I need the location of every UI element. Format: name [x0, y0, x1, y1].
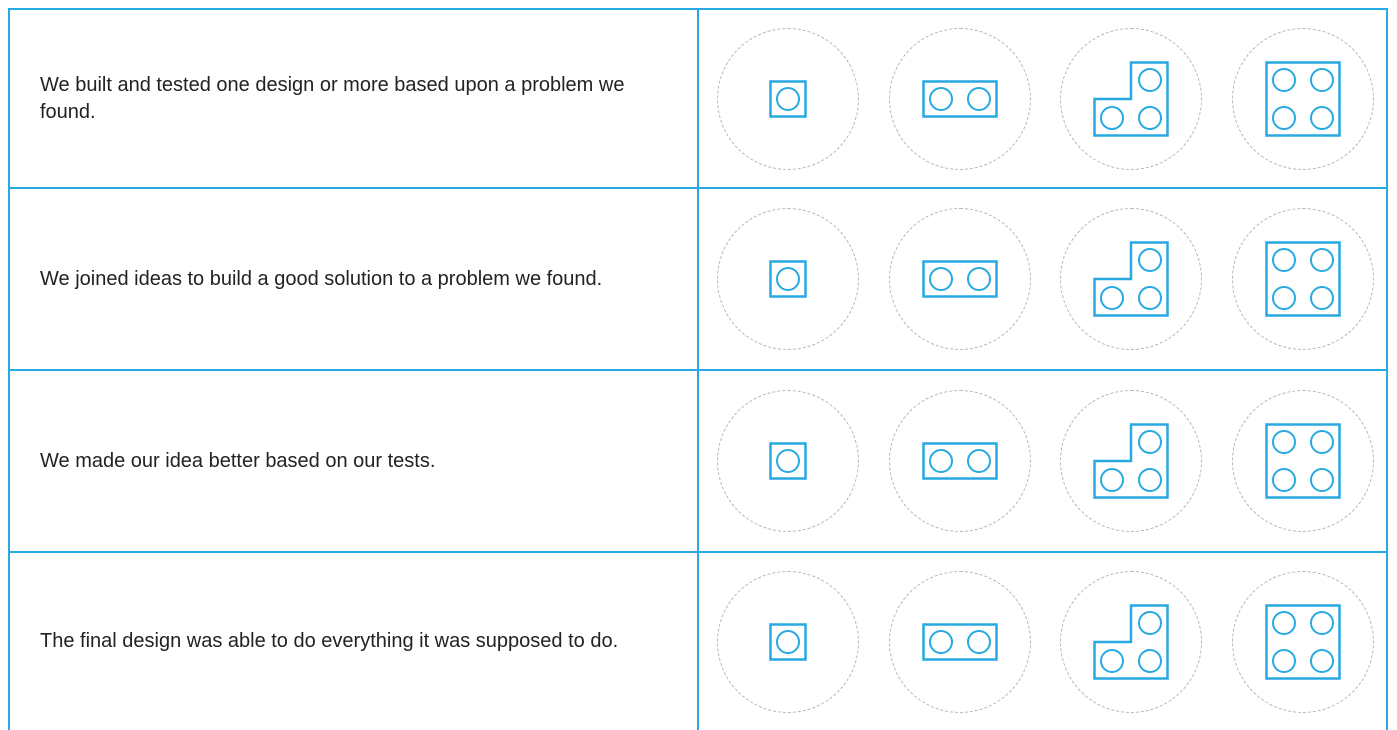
level-options — [699, 10, 1386, 187]
brick-2x2-icon — [1265, 241, 1341, 317]
statement-cell: The final design was able to do everythi… — [10, 553, 699, 730]
level-option-2[interactable] — [889, 570, 1031, 713]
brick-2x2-icon — [1265, 423, 1341, 499]
statement-text: We built and tested one design or more b… — [40, 73, 625, 123]
level-option-1[interactable] — [717, 27, 859, 170]
brick-2x2-icon — [1265, 60, 1341, 137]
rubric-row: The final design was able to do everythi… — [10, 553, 1386, 730]
brick-l-shape-icon — [1093, 423, 1169, 499]
statement-text: We joined ideas to build a good solution… — [40, 267, 603, 290]
brick-1x2-icon — [922, 442, 998, 480]
level-option-3[interactable] — [1060, 390, 1202, 532]
level-option-2[interactable] — [889, 208, 1031, 350]
statement-cell: We built and tested one design or more b… — [10, 10, 699, 187]
level-option-4[interactable] — [1232, 390, 1374, 532]
brick-l-shape-icon — [1093, 60, 1169, 137]
brick-2x2-icon — [1265, 603, 1341, 680]
brick-1x2-icon — [922, 79, 998, 118]
rubric-row: We made our idea better based on our tes… — [10, 371, 1386, 553]
statement-text: We made our idea better based on our tes… — [40, 449, 436, 472]
level-option-3[interactable] — [1060, 27, 1202, 170]
level-option-3[interactable] — [1060, 208, 1202, 350]
statement-cell: We made our idea better based on our tes… — [10, 371, 699, 551]
level-options — [699, 371, 1386, 551]
brick-1x1-icon — [769, 442, 807, 480]
level-option-2[interactable] — [889, 390, 1031, 532]
brick-l-shape-icon — [1093, 241, 1169, 317]
brick-1x1-icon — [769, 622, 807, 661]
statement-text: The final design was able to do everythi… — [40, 630, 619, 652]
brick-1x2-icon — [922, 260, 998, 298]
brick-l-shape-icon — [1093, 603, 1169, 680]
level-option-1[interactable] — [717, 570, 859, 713]
level-option-4[interactable] — [1232, 208, 1374, 350]
brick-1x1-icon — [769, 260, 807, 298]
rubric-row: We built and tested one design or more b… — [10, 10, 1386, 189]
rubric-row: We joined ideas to build a good solution… — [10, 189, 1386, 371]
level-option-1[interactable] — [717, 390, 859, 532]
brick-1x1-icon — [769, 79, 807, 118]
statement-cell: We joined ideas to build a good solution… — [10, 189, 699, 369]
rubric-table: We built and tested one design or more b… — [8, 8, 1388, 730]
level-options — [699, 189, 1386, 369]
level-option-1[interactable] — [717, 208, 859, 350]
level-option-2[interactable] — [889, 27, 1031, 170]
level-option-4[interactable] — [1232, 27, 1374, 170]
brick-1x2-icon — [922, 622, 998, 661]
level-option-3[interactable] — [1060, 570, 1202, 713]
level-option-4[interactable] — [1232, 570, 1374, 713]
level-options — [699, 553, 1386, 730]
